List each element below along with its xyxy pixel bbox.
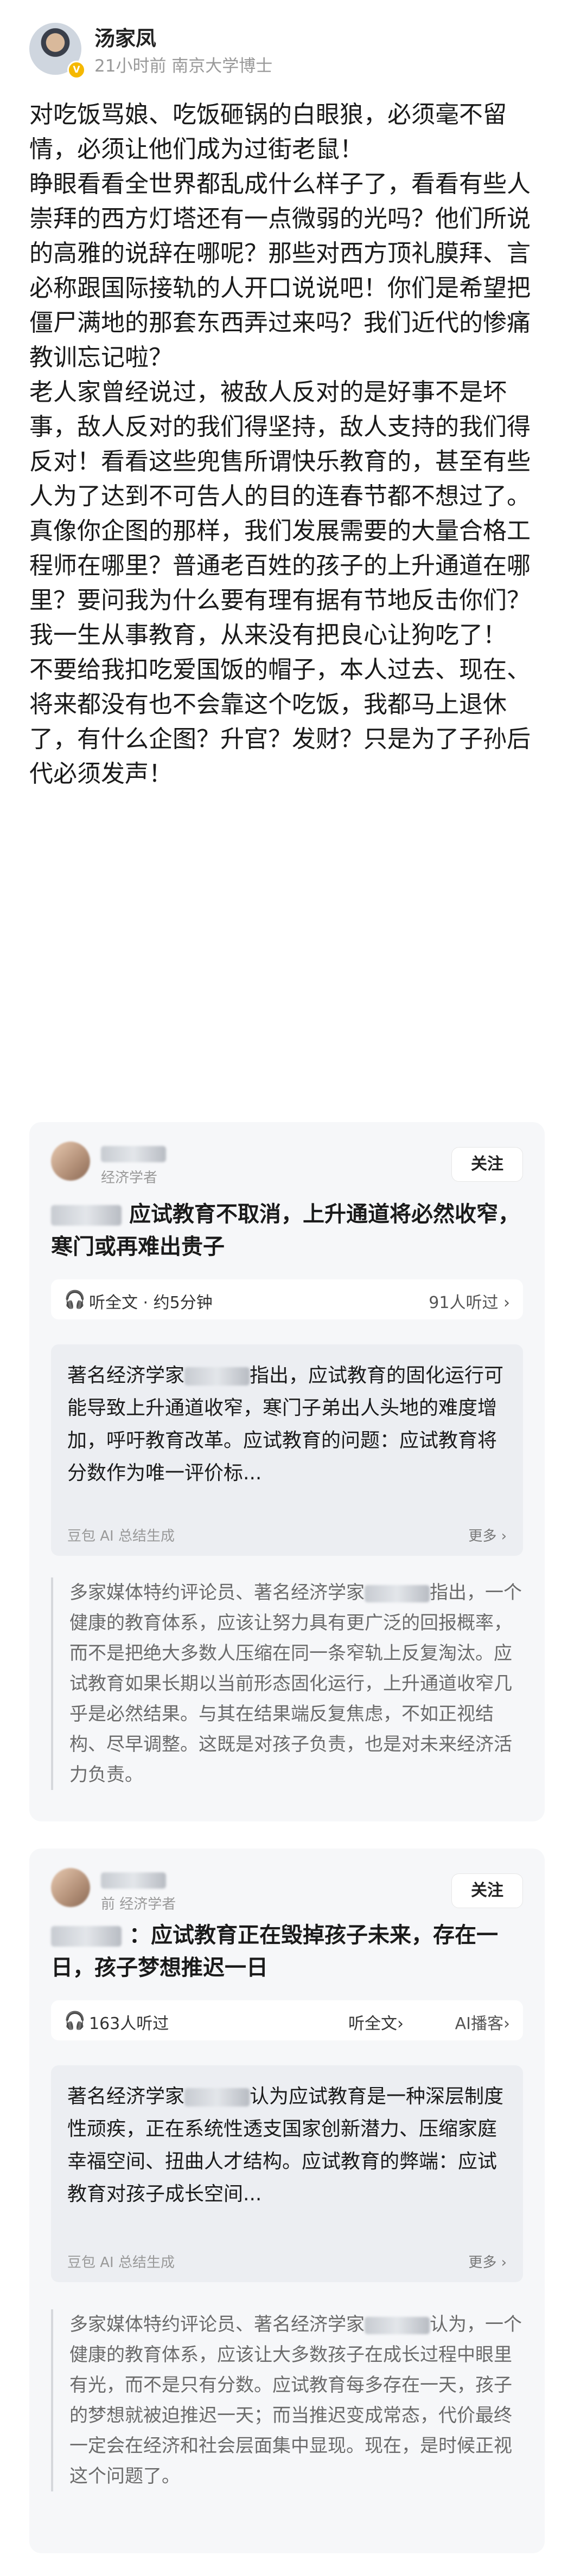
more-link[interactable]: 更多 › — [468, 1525, 507, 1545]
listen-count: 163人听过 — [89, 2014, 169, 2033]
card-header: 前 经济学者 关注 — [51, 1868, 523, 1917]
quoted-excerpt: 多家媒体特约评论员、著名经济学家 指出，一个健康的教育体系，应该让努力具有更广泛的… — [51, 1577, 523, 1790]
more-link[interactable]: 更多 › — [468, 2251, 507, 2271]
card-author-meta: 前 经济学者 — [101, 1896, 176, 1912]
post-paragraph: 老人家曾经说过，被敌人反对的是好事不是坏事，敌人反对的我们得坚持，敌人支持的我们… — [29, 378, 531, 649]
verified-badge-icon: V — [67, 61, 86, 79]
ai-summary-text: 著名经济学家 认为应试教育是一种深层制度性顽疾，正在系统性透支国家创新潜力、压缩家… — [67, 2085, 504, 2205]
listen-count[interactable]: 91人听过 › — [429, 1289, 510, 1313]
card-header: 经济学者 关注 — [51, 1142, 523, 1190]
post-paragraph: 不要给我扣吃爱国饭的帽子，本人过去、现在、将来都没有也不会靠这个吃饭，我都马上退… — [29, 656, 531, 788]
card-title[interactable]: 应试教育不取消，上升通道将必然收窄，寒门或再难出贵子 — [51, 1198, 523, 1263]
follow-button[interactable]: 关注 — [451, 1147, 523, 1182]
ai-summary-box[interactable]: 著名经济学家 指出，应试教育的固化运行可能导致上升通道收窄，寒门子弟出人头地的难度… — [51, 1344, 523, 1556]
headphones-icon: 🎧 — [64, 1289, 86, 1310]
follow-button[interactable]: 关注 — [451, 1873, 523, 1908]
listen-bar[interactable]: 🎧 听全文 · 约5分钟 91人听过 › — [51, 1279, 523, 1319]
post-paragraph: 对吃饭骂娘、吃饭砸锅的白眼狼，必须毫不留情，必须让他们成为过街老鼠！ — [29, 101, 507, 163]
author-name[interactable]: 汤家凤 — [94, 22, 156, 51]
title-prefix-blurred — [51, 1205, 122, 1226]
quoted-article-card[interactable]: 前 经济学者 关注 ：应试教育正在毁掉孩子未来，存在一日，孩子梦想推迟一日 🎧 … — [29, 1849, 545, 2553]
quoted-article-card[interactable]: 经济学者 关注 应试教育不取消，上升通道将必然收窄，寒门或再难出贵子 🎧 听全文… — [29, 1122, 545, 1821]
headphones-icon: 🎧 — [64, 2010, 86, 2031]
card-title[interactable]: ：应试教育正在毁掉孩子未来，存在一日，孩子梦想推迟一日 — [51, 1919, 523, 1984]
post-body: 对吃饭骂娘、吃饭砸锅的白眼狼，必须毫不留情，必须让他们成为过街老鼠！ 睁眼看看全… — [29, 98, 545, 791]
quoted-excerpt: 多家媒体特约评论员、著名经济学家 认为，一个健康的教育体系，应该让大多数孩子在成长… — [51, 2309, 523, 2491]
ai-summary-text: 著名经济学家 指出，应试教育的固化运行可能导致上升通道收窄，寒门子弟出人头地的难度… — [67, 1364, 504, 1484]
post-paragraph: 睁眼看看全世界都乱成什么样子了，看看有些人崇拜的西方灯塔还有一点微弱的光吗？他们… — [29, 170, 531, 371]
ai-summary-footer: 豆包 AI 总结生成 更多 › — [67, 2251, 507, 2271]
post-header: V 汤家凤 21小时前 南京大学博士 — [29, 20, 545, 79]
ai-podcast-button[interactable]: AI播客› — [455, 2010, 510, 2034]
card-author-meta: 经济学者 — [101, 1170, 158, 1186]
listen-full-text-button[interactable]: 听全文› — [348, 2010, 404, 2034]
listen-bar[interactable]: 🎧 163人听过 听全文› AI播客› — [51, 2000, 523, 2040]
title-prefix-blurred — [51, 1926, 122, 1947]
card-author-avatar[interactable] — [51, 1142, 90, 1181]
card-author-avatar[interactable] — [51, 1868, 90, 1907]
ai-summary-box[interactable]: 著名经济学家 认为应试教育是一种深层制度性顽疾，正在系统性透支国家创新潜力、压缩家… — [51, 2065, 523, 2282]
listen-full-text[interactable]: 听全文 · 约5分钟 — [89, 1289, 213, 1313]
card-author-name-blurred — [101, 1146, 166, 1162]
ai-summary-source: 豆包 AI 总结生成 — [67, 2255, 175, 2271]
post-meta: 21小时前 南京大学博士 — [94, 56, 273, 76]
card-author-name-blurred — [101, 1872, 166, 1889]
ai-summary-footer: 豆包 AI 总结生成 更多 › — [67, 1525, 507, 1545]
ai-summary-source: 豆包 AI 总结生成 — [67, 1528, 175, 1544]
